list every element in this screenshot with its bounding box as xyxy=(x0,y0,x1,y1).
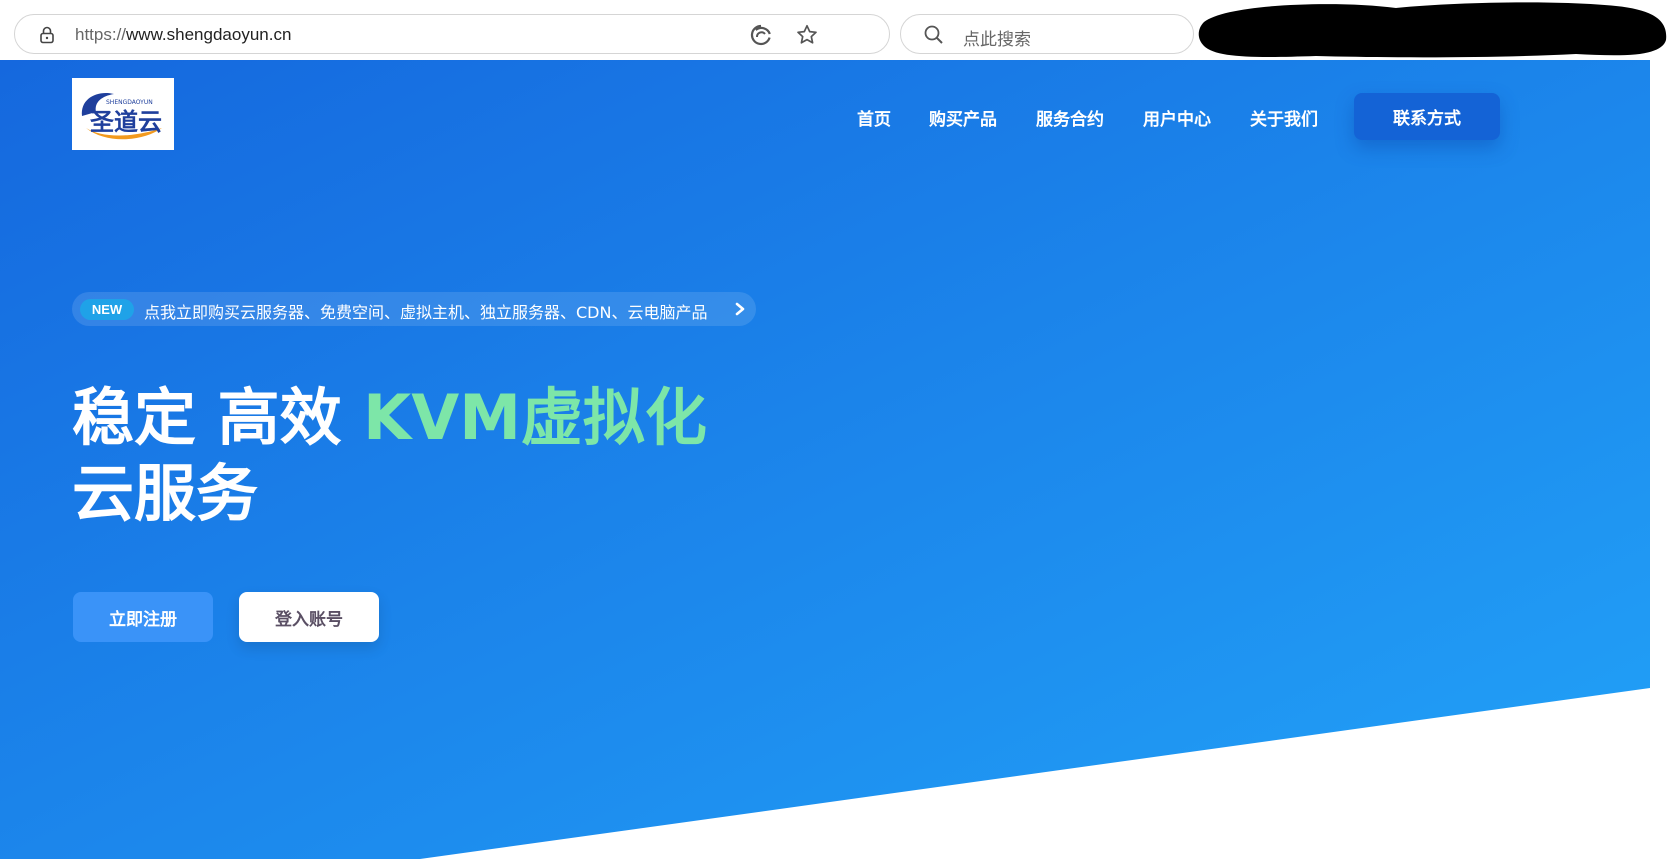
logo-wordmark: 圣道云 xyxy=(90,108,162,136)
search-icon xyxy=(924,25,943,44)
chevron-right-icon xyxy=(735,302,745,316)
hero-section: 圣道云 SHENGDAOYUN 首页 购买产品 服务合约 用户中心 关于我们 联… xyxy=(0,60,1668,859)
register-button[interactable]: 立即注册 xyxy=(73,592,213,642)
promo-banner[interactable]: NEW 点我立即购买云服务器、免费空间、虚拟主机、独立服务器、CDN、云电脑产品 xyxy=(72,292,756,326)
headline-part-2: 云服务 xyxy=(72,457,259,530)
new-badge: NEW xyxy=(80,299,134,320)
logo-subtext: SHENGDAOYUN xyxy=(106,99,153,106)
promo-text: 点我立即购买云服务器、免费空间、虚拟主机、独立服务器、CDN、云电脑产品 xyxy=(144,303,708,322)
edge-refresh-icon[interactable] xyxy=(749,23,773,47)
login-button[interactable]: 登入账号 xyxy=(239,592,379,642)
nav-item-products[interactable]: 购买产品 xyxy=(929,105,997,130)
url-text[interactable]: https://www.shengdaoyun.cn xyxy=(75,25,291,45)
url-scheme: https:// xyxy=(75,25,127,44)
lock-icon[interactable] xyxy=(37,25,57,45)
nav-item-terms[interactable]: 服务合约 xyxy=(1036,105,1104,130)
logo-graphic: 圣道云 SHENGDAOYUN xyxy=(81,92,162,140)
search-placeholder: 点此搜索 xyxy=(963,30,1031,50)
favorite-star-icon[interactable] xyxy=(795,23,819,47)
nav-item-about[interactable]: 关于我们 xyxy=(1250,105,1318,130)
nav-item-user-center[interactable]: 用户中心 xyxy=(1143,105,1211,130)
browser-search-box[interactable]: 点此搜索 xyxy=(900,14,1194,54)
hero-headline: 稳定 高效 KVM虚拟化 云服务 xyxy=(72,380,772,532)
headline-part-1: 稳定 高效 xyxy=(72,381,364,454)
address-bar[interactable]: https://www.shengdaoyun.cn xyxy=(14,14,890,54)
site-logo[interactable]: 圣道云 SHENGDAOYUN xyxy=(72,78,174,150)
contact-button[interactable]: 联系方式 xyxy=(1354,93,1500,140)
headline-accent: KVM虚拟化 xyxy=(363,381,707,454)
browser-toolbar: https://www.shengdaoyun.cn 点此搜索 xyxy=(0,0,1668,60)
url-host: www.shengdaoyun.cn xyxy=(126,25,292,44)
nav-item-home[interactable]: 首页 xyxy=(857,105,891,130)
redaction-mark xyxy=(1198,2,1667,58)
